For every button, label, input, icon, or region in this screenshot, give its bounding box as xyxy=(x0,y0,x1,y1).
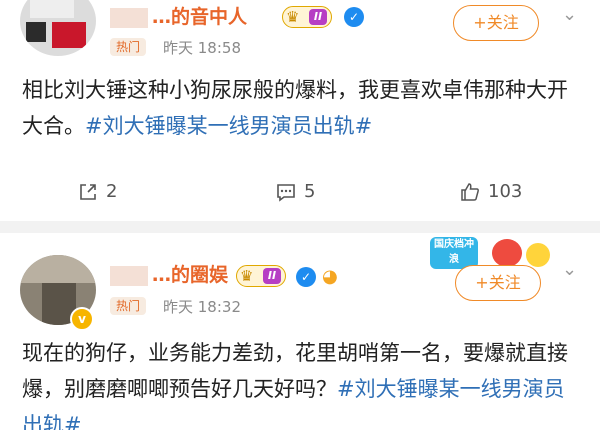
vip-badge-icon: v xyxy=(70,307,94,331)
post-divider xyxy=(0,221,600,233)
follow-button[interactable]: +关注 xyxy=(453,5,539,41)
hot-tag: 热门 xyxy=(110,38,147,56)
name-blur xyxy=(110,7,148,28)
like-button[interactable]: 103 xyxy=(460,177,522,207)
share-count: 2 xyxy=(106,181,118,202)
post-text: 现在的狗仔，业务能力差劲，花里胡哨第一名，要爆就直接爆，别磨磨唧唧预告好几天好吗… xyxy=(22,335,582,430)
fish-badge-icon: ◕ xyxy=(322,266,338,287)
crown-icon: ♛ xyxy=(240,267,254,285)
mascot-icon xyxy=(526,243,550,267)
hot-tag: 热门 xyxy=(110,297,147,315)
level-badge[interactable]: ♛ II xyxy=(236,265,286,287)
weibo-post: v …的圈娱 ♛ II ✓ ◕ 热门 昨天 18:32 国庆档冲浪 +关注 ⌄ … xyxy=(0,233,600,430)
chevron-down-icon[interactable]: ⌄ xyxy=(562,259,577,280)
weibo-post: …的音中人 ♛ II ✓ 热门 昨天 18:58 +关注 ⌄ 相比刘大锤这种小狗… xyxy=(0,0,600,221)
like-count: 103 xyxy=(488,181,523,202)
post-text: 相比刘大锤这种小狗尿尿般的爆料，我更喜欢卓伟那种大开大合。#刘大锤曝某一线男演员… xyxy=(22,72,582,144)
verified-icon[interactable]: ✓ xyxy=(344,7,364,27)
post-time: 昨天 18:32 xyxy=(163,298,241,316)
action-bar: 2 5 103 xyxy=(0,177,600,209)
comment-button[interactable]: 5 xyxy=(276,177,315,207)
avatar-image-part xyxy=(52,22,86,48)
share-button[interactable]: 2 xyxy=(78,177,117,207)
avatar-image-part xyxy=(20,255,96,283)
level-badge[interactable]: ♛ II xyxy=(282,6,332,28)
avatar[interactable] xyxy=(20,0,96,56)
post-time: 昨天 18:58 xyxy=(163,39,241,57)
comment-icon xyxy=(277,184,295,202)
author-name[interactable]: …的圈娱 xyxy=(110,260,228,287)
chevron-down-icon[interactable]: ⌄ xyxy=(562,4,577,25)
thumbs-up-icon xyxy=(461,183,479,201)
level-number: II xyxy=(309,9,327,25)
mascot-icon xyxy=(492,239,522,267)
verified-icon[interactable]: ✓ xyxy=(296,267,316,287)
author-name[interactable]: …的音中人 xyxy=(110,2,247,29)
level-number: II xyxy=(263,268,281,284)
name-blur xyxy=(110,265,148,286)
avatar-image-part xyxy=(30,0,74,18)
topic-link[interactable]: #刘大锤曝某一线男演员出轨# xyxy=(85,114,372,138)
avatar-image-part xyxy=(26,22,46,42)
follow-button[interactable]: +关注 xyxy=(455,265,541,301)
share-icon xyxy=(80,184,96,200)
comment-count: 5 xyxy=(304,181,316,202)
crown-icon: ♛ xyxy=(286,8,300,26)
